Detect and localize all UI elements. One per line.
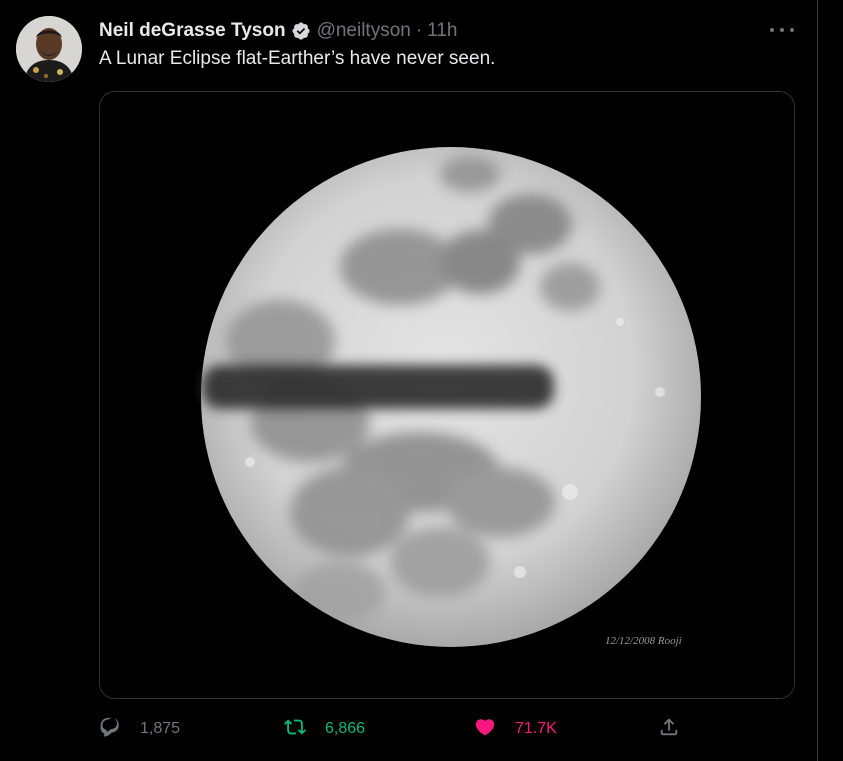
tweet-text: A Lunar Eclipse flat-Earther’s have neve… xyxy=(99,48,496,69)
image-caption: 12/12/2008 Rooji xyxy=(605,635,682,647)
reply-button[interactable]: 1,875 xyxy=(99,712,180,746)
verified-badge-icon xyxy=(291,21,311,41)
display-name[interactable]: Neil deGrasse Tyson xyxy=(99,20,286,42)
tweet-page: Neil deGrasse Tyson @neiltyson · 11h A L… xyxy=(0,0,843,761)
like-button[interactable]: 71.7K xyxy=(474,712,557,746)
reply-count: 1,875 xyxy=(140,720,181,737)
retweet-count: 6,866 xyxy=(325,720,366,737)
tweet-header: Neil deGrasse Tyson @neiltyson · 11h xyxy=(99,19,457,43)
handle[interactable]: @neiltyson xyxy=(317,20,411,42)
tweet-image[interactable]: 12/12/2008 Rooji xyxy=(99,91,795,699)
avatar-image xyxy=(16,16,82,82)
timestamp[interactable]: 11h xyxy=(427,20,457,42)
avatar[interactable] xyxy=(16,16,82,82)
heart-icon xyxy=(474,716,496,743)
share-icon xyxy=(658,716,680,743)
timeline-border xyxy=(817,0,818,761)
reply-icon xyxy=(99,716,121,743)
moon-image: 12/12/2008 Rooji xyxy=(100,92,794,698)
retweet-button[interactable]: 6,866 xyxy=(284,712,365,746)
retweet-icon xyxy=(284,716,306,743)
tweet-actions: 1,875 6,866 71.7K xyxy=(99,712,699,746)
like-count: 71.7K xyxy=(515,720,557,737)
share-button[interactable] xyxy=(658,712,680,746)
more-icon[interactable] xyxy=(770,20,794,40)
separator-dot: · xyxy=(415,20,423,41)
